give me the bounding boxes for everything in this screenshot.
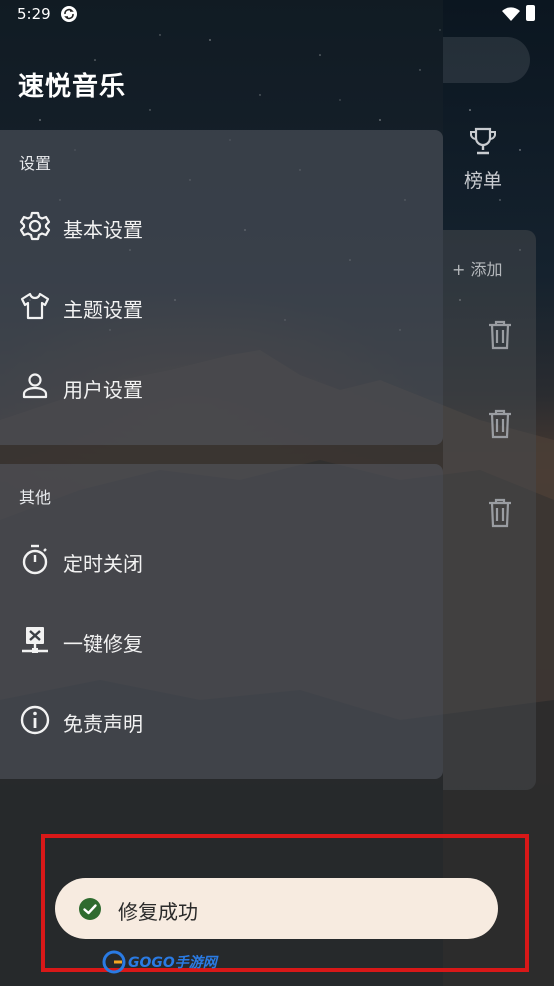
- watermark-text: GOGO手游网: [128, 955, 217, 971]
- menu-item-label: 基本设置: [63, 218, 143, 242]
- check-circle-icon: [79, 898, 101, 920]
- menu-item-label: 主题设置: [63, 298, 143, 322]
- watermark-g-icon: [102, 950, 126, 974]
- stopwatch-icon: [22, 544, 48, 575]
- menu-item-label: 用户设置: [63, 378, 143, 402]
- app-title: 速悦音乐: [18, 72, 127, 102]
- trash-icon[interactable]: [487, 320, 513, 350]
- menu-item-user-settings[interactable]: 用户设置: [0, 356, 443, 420]
- trash-icon[interactable]: [487, 409, 513, 439]
- section-label-settings: 设置: [19, 154, 52, 173]
- menu-item-disclaimer[interactable]: 免责声明: [0, 690, 443, 754]
- section-label-other: 其他: [19, 488, 52, 507]
- rank-label: 榜单: [463, 170, 502, 192]
- person-icon: [22, 373, 48, 399]
- status-bar: 5:29: [0, 0, 554, 30]
- menu-item-label: 免责声明: [63, 712, 143, 736]
- menu-item-label: 一键修复: [63, 632, 143, 656]
- menu-item-one-click-repair[interactable]: 一键修复: [0, 610, 443, 674]
- repair-icon: [22, 627, 48, 653]
- settings-card: 设置 基本设置 主题设置 用户设置: [0, 130, 443, 445]
- wifi-icon: [502, 7, 520, 21]
- info-icon: [20, 705, 50, 735]
- menu-item-basic-settings[interactable]: 基本设置: [0, 196, 443, 260]
- toast-message: 修复成功: [118, 900, 198, 924]
- other-card: 其他 定时关闭 一键修复 免责声明: [0, 464, 443, 779]
- menu-item-theme-settings[interactable]: 主题设置: [0, 276, 443, 340]
- trash-icon[interactable]: [487, 498, 513, 528]
- battery-icon: [526, 5, 535, 21]
- shirt-icon: [20, 292, 50, 320]
- gear-icon: [19, 211, 51, 241]
- status-time: 5:29: [17, 5, 51, 23]
- trophy-icon: [470, 127, 496, 155]
- menu-item-sleep-timer[interactable]: 定时关闭: [0, 530, 443, 594]
- watermark-logo: GOGO手游网: [102, 950, 217, 974]
- sync-icon: [61, 6, 77, 22]
- toast-notification: 修复成功: [55, 878, 498, 939]
- menu-item-label: 定时关闭: [63, 552, 143, 576]
- search-bar-background[interactable]: [443, 37, 530, 83]
- add-button[interactable]: + 添加: [452, 256, 503, 280]
- rank-tab[interactable]: 榜单: [458, 126, 508, 193]
